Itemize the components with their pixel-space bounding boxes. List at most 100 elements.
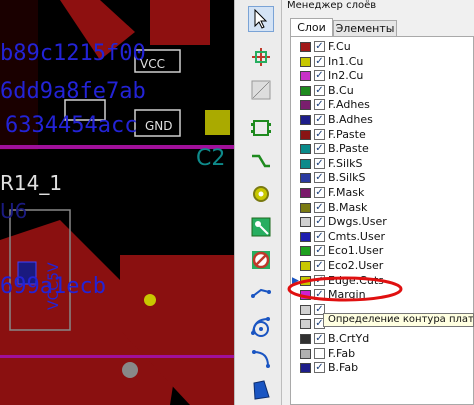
net-label: 6334454acc	[5, 113, 137, 138]
ref-label: U6	[0, 199, 27, 223]
layer-row[interactable]: ✓ B.CrtYd	[291, 332, 473, 346]
draw-polygon-button[interactable]	[248, 377, 274, 403]
layer-list: ✓ F.Cu ✓ In1.Cu ✓ In2.Cu ✓ B.Cu ✓ F.Adhes ✓ B.Adhes…	[290, 36, 474, 405]
highlight-net-button[interactable]	[248, 44, 274, 70]
pad-label: VCC	[140, 57, 165, 71]
layer-row[interactable]: ✓ F.Paste	[291, 127, 473, 142]
layer-color-swatch[interactable]	[300, 202, 311, 213]
layer-row[interactable]: ✓ B.Adhes	[291, 113, 473, 127]
layer-color-swatch[interactable]	[300, 304, 311, 315]
tab-layers[interactable]: Слои	[290, 18, 333, 36]
layer-visibility-checkbox[interactable]: ✓	[314, 201, 325, 213]
layer-row[interactable]: ✓ In2.Cu	[291, 69, 473, 83]
layer-color-swatch[interactable]	[300, 115, 311, 125]
layer-visibility-checkbox[interactable]: ✓	[314, 230, 325, 242]
layer-row[interactable]: ✓ In1.Cu	[291, 54, 473, 69]
add-footprint-button[interactable]	[248, 115, 274, 141]
layer-color-swatch[interactable]	[300, 129, 311, 140]
layer-manager-panel: Менеджер слоёв Слои Элементы ✓ F.Cu ✓ In1.C…	[282, 0, 474, 405]
layer-color-swatch[interactable]	[300, 173, 311, 184]
layer-row[interactable]: F.Fab	[291, 346, 473, 361]
layer-visibility-checkbox[interactable]: ✓	[314, 157, 325, 169]
layer-visibility-checkbox[interactable]: ✓	[314, 260, 325, 271]
layer-name: F.Cu	[328, 40, 351, 53]
layer-color-swatch[interactable]	[300, 290, 311, 301]
layer-visibility-checkbox[interactable]: ✓	[314, 362, 325, 374]
layer-color-swatch[interactable]	[300, 144, 311, 155]
layer-visibility-checkbox[interactable]: ✓	[314, 41, 325, 52]
footprint-icon	[251, 120, 271, 136]
layer-visibility-checkbox[interactable]: ✓	[314, 216, 325, 228]
route-track-button[interactable]	[248, 148, 274, 174]
add-keepout-button[interactable]	[248, 247, 274, 273]
draw-line-button[interactable]	[248, 280, 274, 306]
layer-color-swatch[interactable]	[300, 42, 311, 52]
layer-row[interactable]: ✓ F.SilkS	[291, 156, 473, 171]
layer-row[interactable]: ✓ Eco2.User	[291, 259, 473, 273]
layer-color-swatch[interactable]	[300, 319, 311, 330]
layer-row[interactable]: ✓ F.Cu	[291, 40, 473, 54]
net-highlight-icon	[252, 48, 270, 66]
layer-row[interactable]: ✓ Dwgs.User	[291, 215, 473, 229]
layer-name: F.Fab	[328, 346, 356, 360]
layer-color-swatch[interactable]	[300, 100, 311, 111]
tab-items[interactable]: Элементы	[333, 20, 397, 36]
zone-icon	[251, 217, 271, 237]
layer-color-swatch[interactable]	[300, 261, 311, 271]
layer-name: Eco1.User	[328, 244, 384, 258]
layer-row[interactable]: ✓ Margin	[291, 288, 473, 302]
layer-name: B.SilkS	[328, 171, 366, 185]
layer-color-swatch[interactable]	[300, 348, 311, 359]
layer-row[interactable]: ✓ F.Adhes	[291, 98, 473, 112]
layer-visibility-checkbox[interactable]: ✓	[314, 99, 325, 111]
layer-row[interactable]: ✓ B.Paste	[291, 142, 473, 156]
add-zone-button[interactable]	[248, 214, 274, 240]
layer-visibility-checkbox[interactable]: ✓	[314, 172, 325, 184]
layer-visibility-checkbox[interactable]: ✓	[314, 245, 325, 257]
layer-visibility-checkbox[interactable]: ✓	[314, 128, 325, 140]
layer-visibility-checkbox[interactable]: ✓	[314, 70, 325, 82]
add-via-button[interactable]	[248, 181, 274, 207]
layer-color-swatch[interactable]	[300, 85, 311, 96]
layer-visibility-checkbox[interactable]	[314, 347, 325, 359]
layer-row[interactable]: ▶ ✓ Edge.Cuts	[291, 273, 473, 288]
layer-color-swatch[interactable]	[300, 334, 311, 344]
layer-row[interactable]: ✓ B.Cu	[291, 84, 473, 98]
layer-visibility-checkbox[interactable]: ✓	[314, 289, 325, 301]
layer-name: F.Paste	[328, 127, 366, 141]
layer-color-swatch[interactable]	[300, 363, 311, 374]
layer-row[interactable]: ✓ F.Mask	[291, 186, 473, 200]
layer-row[interactable]: ✓ Cmts.User	[291, 229, 473, 244]
layer-name: B.Fab	[328, 361, 359, 375]
draw-circle-button[interactable]	[248, 316, 274, 342]
layer-visibility-checkbox[interactable]: ✓	[314, 143, 325, 155]
layer-row[interactable]: ✓ B.Mask	[291, 201, 473, 215]
layer-visibility-checkbox[interactable]: ✓	[314, 187, 325, 198]
layer-color-swatch[interactable]	[300, 56, 311, 67]
layer-visibility-checkbox[interactable]: ✓	[314, 114, 325, 125]
layer-row[interactable]: ✓ B.SilkS	[291, 171, 473, 185]
layer-color-swatch[interactable]	[300, 246, 311, 257]
layer-row[interactable]: ✓ B.Fab	[291, 361, 473, 375]
pcb-canvas[interactable]: b89c1215f00 6dd9a8fe7ab 6334454acc VCC G…	[0, 0, 234, 405]
draw-curve-button[interactable]	[248, 346, 274, 372]
layer-name: F.SilkS	[328, 156, 363, 170]
layer-color-swatch[interactable]	[300, 217, 311, 228]
layer-color-swatch[interactable]	[300, 231, 311, 242]
layer-visibility-checkbox[interactable]: ✓	[314, 55, 325, 67]
layer-name: Edge.Cuts	[328, 273, 384, 287]
layer-name: Eco2.User	[328, 259, 384, 272]
layer-color-swatch[interactable]	[300, 158, 311, 169]
layer-row[interactable]: ✓ Eco1.User	[291, 244, 473, 258]
layer-visibility-checkbox[interactable]: ✓	[314, 274, 325, 286]
layer-name: Cmts.User	[328, 229, 386, 243]
layer-color-swatch[interactable]	[300, 71, 311, 82]
ratsnest-button[interactable]	[248, 77, 274, 103]
select-tool-button[interactable]	[248, 6, 274, 32]
layer-name: Margin	[328, 288, 366, 302]
layer-name: In1.Cu	[328, 54, 364, 68]
layer-color-swatch[interactable]	[300, 275, 311, 286]
layer-visibility-checkbox[interactable]: ✓	[314, 333, 325, 344]
layer-color-swatch[interactable]	[300, 188, 311, 198]
layer-visibility-checkbox[interactable]: ✓	[314, 84, 325, 96]
